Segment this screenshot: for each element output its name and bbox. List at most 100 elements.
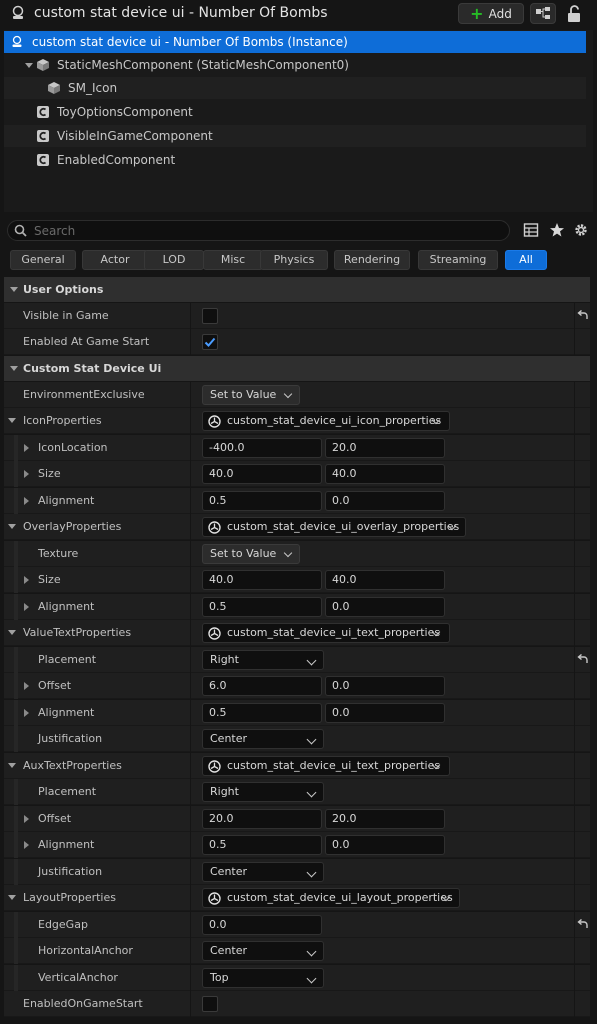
- chevron-down-icon[interactable]: [8, 630, 16, 635]
- tree-item-visible-in-game[interactable]: VisibleInGameComponent: [4, 125, 586, 147]
- tab-general[interactable]: General: [10, 250, 76, 270]
- chevron-down-icon[interactable]: [25, 63, 33, 68]
- enabled-at-game-start-checkbox[interactable]: [202, 334, 218, 350]
- prop-label: IconProperties: [23, 414, 102, 427]
- aux-text-placement-dropdown[interactable]: Right: [202, 782, 324, 802]
- section-custom-stat-device-ui[interactable]: Custom Stat Device Ui: [4, 356, 590, 381]
- enabled-on-game-start-checkbox[interactable]: [202, 996, 218, 1012]
- prop-edge-gap: EdgeGap 0.0: [4, 912, 590, 938]
- value-text-alignment-x-input[interactable]: 0.5: [202, 703, 322, 723]
- tab-physics[interactable]: Physics: [260, 250, 328, 270]
- prop-label: Size: [38, 467, 61, 480]
- overlay-size-y-input[interactable]: 40.0: [325, 570, 445, 590]
- chevron-right-icon[interactable]: [24, 497, 29, 505]
- prop-label: Alignment: [38, 838, 95, 851]
- horizontal-anchor-dropdown[interactable]: Center: [202, 941, 324, 961]
- section-user-options[interactable]: User Options: [4, 277, 590, 302]
- chevron-right-icon[interactable]: [24, 815, 29, 823]
- chevron-right-icon[interactable]: [24, 603, 29, 611]
- reset-icon[interactable]: [577, 654, 589, 666]
- chevron-down-icon[interactable]: [8, 895, 16, 900]
- visible-in-game-checkbox[interactable]: [202, 308, 218, 324]
- overlay-alignment-x-input[interactable]: 0.5: [202, 597, 322, 617]
- plus-icon: +: [470, 3, 484, 23]
- prop-enabled-at-game-start: Enabled At Game Start: [4, 329, 590, 355]
- actor-icon: [12, 35, 22, 47]
- value-text-alignment-y-input[interactable]: 0.0: [325, 703, 445, 723]
- vertical-anchor-dropdown[interactable]: Top: [202, 968, 324, 988]
- chevron-right-icon[interactable]: [24, 470, 29, 478]
- search-input[interactable]: Search: [7, 220, 510, 241]
- asset-name: custom_stat_device_ui_icon_properties: [227, 414, 442, 427]
- value-text-properties-asset-picker[interactable]: custom_stat_device_ui_text_properties: [202, 623, 450, 643]
- reset-icon[interactable]: [577, 310, 589, 322]
- tab-rendering[interactable]: Rendering: [334, 250, 410, 270]
- chevron-right-icon[interactable]: [24, 444, 29, 452]
- aux-text-alignment-x-input[interactable]: 0.5: [202, 835, 322, 855]
- tree-item-toy-options[interactable]: ToyOptionsComponent: [4, 101, 586, 123]
- edge-gap-input[interactable]: 0.0: [202, 915, 322, 935]
- chevron-down-icon[interactable]: [8, 418, 16, 423]
- tree-item-enabled[interactable]: EnabledComponent: [4, 149, 586, 171]
- add-component-button[interactable]: + Add: [458, 3, 524, 24]
- tab-all[interactable]: All: [505, 250, 547, 270]
- blueprint-button[interactable]: [530, 3, 556, 24]
- icon-alignment-y-input[interactable]: 0.0: [325, 491, 445, 511]
- prop-environment-exclusive: EnvironmentExclusive Set to Value: [4, 382, 590, 408]
- layout-properties-asset-picker[interactable]: custom_stat_device_ui_layout_properties: [202, 888, 460, 908]
- aux-text-offset-x-input[interactable]: 20.0: [202, 809, 322, 829]
- dropdown-value: Center: [210, 865, 248, 878]
- overlay-texture-dropdown[interactable]: Set to Value: [202, 544, 300, 564]
- prop-aux-text-placement: Placement Right: [4, 779, 590, 805]
- icon-location-x-input[interactable]: -400.0: [202, 438, 322, 458]
- chevron-right-icon[interactable]: [24, 709, 29, 717]
- aux-text-alignment-y-input[interactable]: 0.0: [325, 835, 445, 855]
- tab-misc[interactable]: Misc: [203, 250, 263, 270]
- prop-icon-alignment: Alignment 0.5 0.0: [4, 488, 590, 514]
- chevron-down-icon[interactable]: [8, 763, 16, 768]
- tab-streaming[interactable]: Streaming: [418, 250, 498, 270]
- dropdown-value: Right: [210, 653, 239, 666]
- value-text-justification-dropdown[interactable]: Center: [202, 729, 324, 749]
- tree-item-static-mesh-component[interactable]: StaticMeshComponent (StaticMeshComponent…: [4, 54, 586, 76]
- tab-actor[interactable]: Actor: [82, 250, 148, 270]
- overlay-properties-asset-picker[interactable]: custom_stat_device_ui_overlay_properties: [202, 517, 466, 537]
- prop-label: OverlayProperties: [23, 520, 122, 533]
- table-view-icon[interactable]: [523, 222, 539, 238]
- icon-size-y-input[interactable]: 40.0: [325, 464, 445, 484]
- cube-icon: [37, 59, 49, 71]
- overlay-size-x-input[interactable]: 40.0: [202, 570, 322, 590]
- add-button-label: Add: [488, 6, 512, 21]
- prop-label: Justification: [38, 865, 103, 878]
- chevron-down-icon[interactable]: [8, 524, 16, 529]
- icon-properties-asset-picker[interactable]: custom_stat_device_ui_icon_properties: [202, 411, 450, 431]
- aux-text-properties-asset-picker[interactable]: custom_stat_device_ui_text_properties: [202, 756, 450, 776]
- gear-icon[interactable]: [573, 222, 589, 238]
- prop-label: Visible in Game: [23, 309, 109, 322]
- star-icon[interactable]: [549, 222, 565, 238]
- chevron-down-icon: [306, 734, 317, 745]
- chevron-down-icon: [306, 973, 317, 984]
- environment-exclusive-dropdown[interactable]: Set to Value: [202, 385, 300, 405]
- tree-item-instance[interactable]: custom stat device ui - Number Of Bombs …: [4, 31, 586, 53]
- tree-item-sm-icon[interactable]: SM_Icon: [4, 77, 586, 99]
- icon-size-x-input[interactable]: 40.0: [202, 464, 322, 484]
- prop-label: AuxTextProperties: [23, 759, 122, 772]
- chevron-right-icon[interactable]: [24, 576, 29, 584]
- value-text-placement-dropdown[interactable]: Right: [202, 650, 324, 670]
- overlay-alignment-y-input[interactable]: 0.0: [325, 597, 445, 617]
- icon-alignment-x-input[interactable]: 0.5: [202, 491, 322, 511]
- asset-name: custom_stat_device_ui_overlay_properties: [227, 520, 460, 533]
- value-text-offset-x-input[interactable]: 6.0: [202, 676, 322, 696]
- aux-text-offset-y-input[interactable]: 20.0: [325, 809, 445, 829]
- chevron-right-icon[interactable]: [24, 682, 29, 690]
- tab-lod[interactable]: LOD: [144, 250, 204, 270]
- reset-icon[interactable]: [577, 919, 589, 931]
- icon-location-y-input[interactable]: 20.0: [325, 438, 445, 458]
- aux-text-justification-dropdown[interactable]: Center: [202, 862, 324, 882]
- unlock-icon[interactable]: [564, 4, 584, 24]
- chevron-right-icon[interactable]: [24, 841, 29, 849]
- search-icon: [14, 224, 27, 237]
- tree-item-label: StaticMeshComponent (StaticMeshComponent…: [57, 58, 349, 72]
- value-text-offset-y-input[interactable]: 0.0: [325, 676, 445, 696]
